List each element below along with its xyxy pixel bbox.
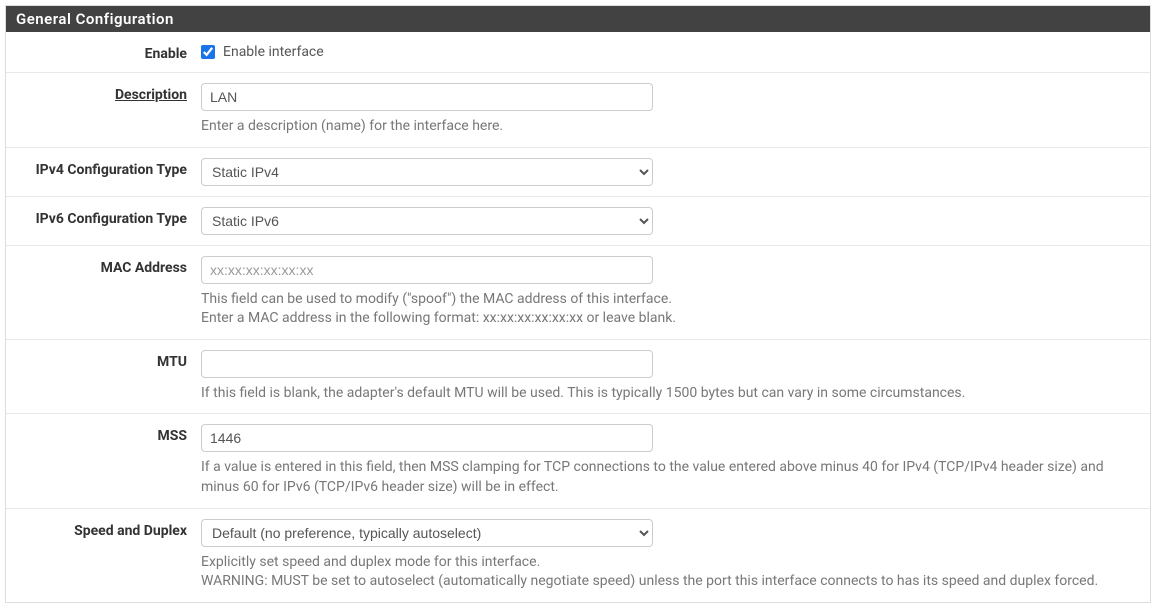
label-speed-duplex: Speed and Duplex <box>6 519 201 592</box>
mss-input[interactable] <box>201 424 653 452</box>
speed-help: Explicitly set speed and duplex mode for… <box>201 553 1121 592</box>
label-mss: MSS <box>6 424 201 497</box>
mss-help: If a value is entered in this field, the… <box>201 458 1121 497</box>
ipv6-type-select[interactable]: Static IPv6 <box>201 207 653 235</box>
mac-input[interactable] <box>201 256 653 284</box>
label-mac: MAC Address <box>6 256 201 329</box>
mtu-help: If this field is blank, the adapter's de… <box>201 384 1121 404</box>
label-ipv4-type: IPv4 Configuration Type <box>6 158 201 186</box>
row-enable: Enable Enable interface <box>6 32 1150 73</box>
ipv4-type-select[interactable]: Static IPv4 <box>201 158 653 186</box>
description-input[interactable] <box>201 83 653 111</box>
row-mac: MAC Address This field can be used to mo… <box>6 246 1150 340</box>
mtu-input[interactable] <box>201 350 653 378</box>
label-description: Description <box>6 83 201 137</box>
row-ipv6-type: IPv6 Configuration Type Static IPv6 <box>6 197 1150 246</box>
label-mtu: MTU <box>6 350 201 404</box>
general-configuration-panel: General Configuration Enable Enable inte… <box>5 5 1151 603</box>
description-help: Enter a description (name) for the inter… <box>201 117 1121 137</box>
panel-title: General Configuration <box>6 6 1150 32</box>
enable-checkbox-label: Enable interface <box>223 44 324 60</box>
label-enable: Enable <box>6 42 201 62</box>
row-mtu: MTU If this field is blank, the adapter'… <box>6 340 1150 415</box>
row-ipv4-type: IPv4 Configuration Type Static IPv4 <box>6 148 1150 197</box>
speed-duplex-select[interactable]: Default (no preference, typically autose… <box>201 519 653 547</box>
row-speed-duplex: Speed and Duplex Default (no preference,… <box>6 509 1150 602</box>
row-mss: MSS If a value is entered in this field,… <box>6 414 1150 508</box>
mac-help: This field can be used to modify ("spoof… <box>201 290 1121 329</box>
label-ipv6-type: IPv6 Configuration Type <box>6 207 201 235</box>
enable-checkbox[interactable] <box>201 45 215 59</box>
row-description: Description Enter a description (name) f… <box>6 73 1150 148</box>
